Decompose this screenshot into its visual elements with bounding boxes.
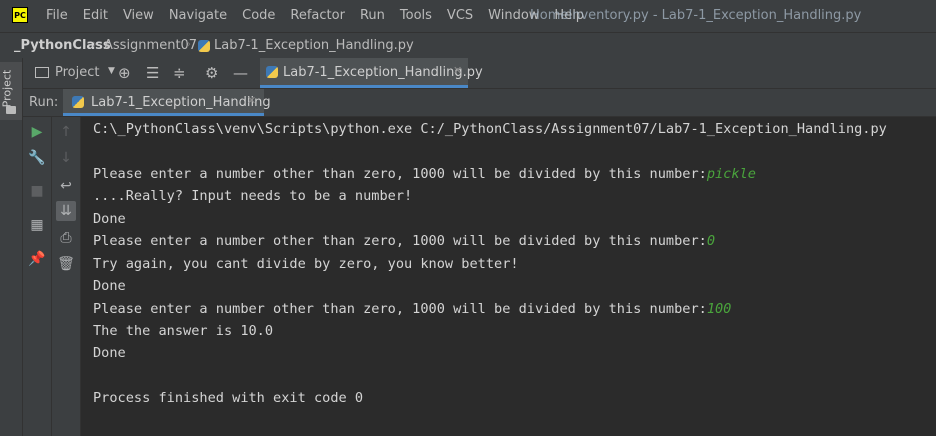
menu-edit[interactable]: Edit	[83, 8, 108, 23]
stop-icon[interactable]: ■	[27, 181, 47, 201]
close-icon[interactable]: ✕	[247, 94, 256, 107]
prompt-text: Please enter a number other than zero, 1…	[93, 166, 707, 182]
user-input: 100	[706, 301, 732, 317]
menu-view[interactable]: View	[123, 8, 154, 23]
prompt-text: Please enter a number other than zero, 1…	[93, 233, 707, 249]
console-command-line: C:\_PythonClass\venv\Scripts\python.exe …	[93, 121, 887, 137]
gear-icon[interactable]: ⚙	[205, 64, 218, 82]
arrow-down-icon[interactable]: ↓	[56, 148, 76, 168]
python-file-icon	[72, 96, 84, 108]
editor-tab-lab7[interactable]: Lab7-1_Exception_Handling.py ✕	[260, 58, 483, 88]
run-actions-gutter: ▶ 🔧 ■ ▦ 📌	[23, 117, 52, 436]
window-title: HomeInventory.py - Lab7-1_Exception_Hand…	[530, 8, 862, 23]
menu-vcs[interactable]: VCS	[447, 8, 473, 23]
pycharm-logo-icon: PC	[12, 7, 28, 23]
play-icon[interactable]: ▶	[27, 122, 47, 142]
prompt-text: Please enter a number other than zero, 1…	[93, 301, 707, 317]
run-tab-lab7[interactable]: Lab7-1_Exception_Handling ✕	[63, 89, 271, 116]
python-file-icon	[198, 40, 210, 52]
console-line: The the answer is 10.0	[93, 323, 274, 339]
toolbar: Project ▼ ⊕ ☰ ≑ ⚙ — Lab7-1_Exception_Han…	[23, 58, 936, 89]
chevron-down-icon[interactable]: ▼	[108, 66, 115, 76]
console-line: Please enter a number other than zero, 1…	[93, 301, 731, 317]
python-file-icon	[266, 66, 278, 78]
soft-wrap-icon[interactable]: ↩	[56, 176, 76, 196]
locate-crosshair-icon[interactable]: ⊕	[118, 64, 131, 82]
console-exit-line: Process finished with exit code 0	[93, 390, 364, 406]
console-actions-gutter: ↑ ↓ ↩ ⇊ ⎙ 🗑	[52, 117, 81, 436]
close-icon[interactable]: ✕	[453, 64, 462, 77]
scroll-to-end-icon[interactable]: ⇊	[56, 201, 76, 221]
menu-navigate[interactable]: Navigate	[169, 8, 227, 23]
hide-minus-icon[interactable]: —	[233, 64, 248, 82]
run-window-header: Run: Lab7-1_Exception_Handling ✕	[23, 89, 936, 117]
print-icon[interactable]: ⎙	[56, 228, 76, 248]
user-input: pickle	[706, 166, 756, 182]
console-line: Please enter a number other than zero, 1…	[93, 233, 715, 249]
wrench-icon[interactable]: 🔧	[27, 148, 47, 168]
console-line: Done	[93, 211, 126, 227]
chevron-right-icon: ›	[92, 37, 98, 52]
menu-tools[interactable]: Tools	[400, 8, 432, 23]
trash-icon[interactable]: 🗑	[56, 254, 76, 274]
menu-code[interactable]: Code	[242, 8, 275, 23]
console-line: Done	[93, 345, 126, 361]
run-tab-label: Lab7-1_Exception_Handling	[91, 95, 271, 110]
breadcrumb-folder[interactable]: Assignment07	[104, 38, 197, 53]
console-line: Done	[93, 278, 126, 294]
main-menu: File Edit View Navigate Code Refactor Ru…	[46, 8, 599, 23]
chevron-right-icon: ›	[186, 37, 192, 52]
breadcrumb: _PythonClass › Assignment07 › Lab7-1_Exc…	[0, 32, 936, 59]
pin-icon[interactable]: 📌	[27, 249, 47, 269]
project-view-selector[interactable]: Project	[55, 65, 99, 80]
console-line: Try again, you cant divide by zero, you …	[93, 256, 519, 272]
user-input: 0	[706, 233, 715, 249]
breadcrumb-file[interactable]: Lab7-1_Exception_Handling.py	[214, 38, 414, 53]
layout-icon[interactable]: ▦	[27, 215, 47, 235]
collapse-all-icon[interactable]: ≑	[173, 64, 186, 82]
console-output[interactable]: C:\_PythonClass\venv\Scripts\python.exe …	[81, 117, 936, 436]
project-window-icon	[35, 67, 49, 78]
menu-run[interactable]: Run	[360, 8, 385, 23]
project-stripe-label: Project	[0, 69, 14, 108]
menu-file[interactable]: File	[46, 8, 68, 23]
console-line: ....Really? Input needs to be a number!	[93, 188, 413, 204]
expand-all-icon[interactable]: ☰	[146, 64, 159, 82]
arrow-up-icon[interactable]: ↑	[56, 122, 76, 142]
console-line: Please enter a number other than zero, 1…	[93, 166, 756, 182]
menu-bar: PC File Edit View Navigate Code Refactor…	[0, 0, 936, 32]
menu-refactor[interactable]: Refactor	[290, 8, 345, 23]
folder-icon	[6, 106, 16, 114]
run-label: Run:	[29, 95, 59, 110]
